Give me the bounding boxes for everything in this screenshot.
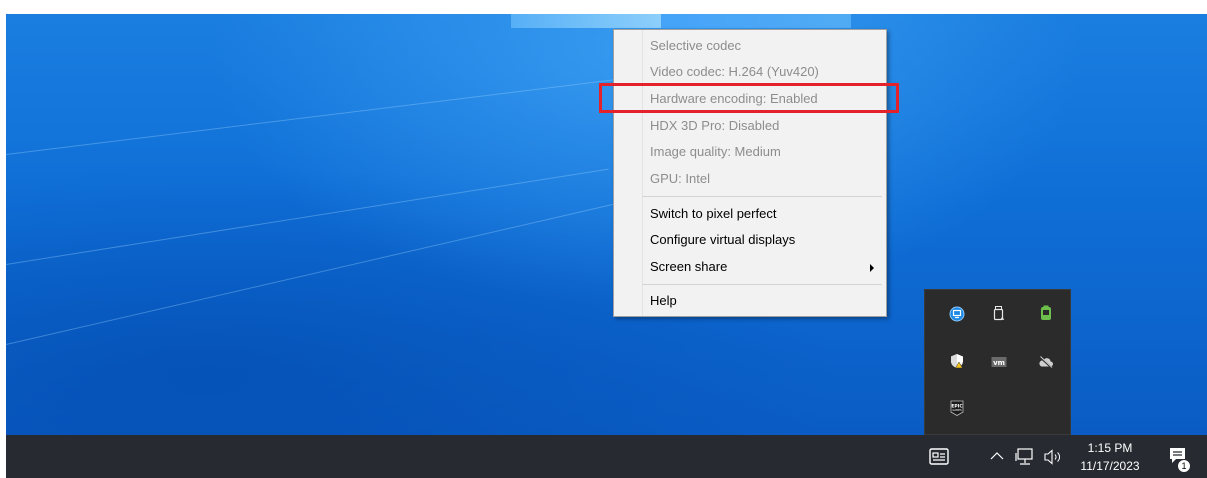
screen: Selective codec Video codec: H.264 (Yuv4… [6, 14, 1207, 478]
wallpaper-streak [6, 76, 642, 155]
menu-item-help[interactable]: Help [650, 293, 677, 309]
menu-item-switch-pixel-perfect[interactable]: Switch to pixel perfect [650, 206, 776, 222]
context-menu: Selective codec Video codec: H.264 (Yuv4… [613, 29, 887, 317]
battery-green-icon[interactable] [1038, 305, 1054, 321]
annotation-highlight-box [599, 83, 899, 113]
wallpaper-streak [6, 168, 609, 265]
menu-gutter [642, 30, 643, 316]
menu-separator [642, 196, 882, 197]
svg-text:GAMES: GAMES [952, 408, 962, 412]
chevron-up-icon[interactable] [990, 451, 1004, 461]
clock-time[interactable]: 1:15 PM [1080, 441, 1140, 455]
menu-item-gpu: GPU: Intel [650, 171, 710, 186]
svg-text:vm: vm [993, 359, 1005, 367]
notification-count-badge: 1 [1177, 459, 1191, 473]
news-widget-icon[interactable] [929, 447, 951, 467]
wallpaper-light-beam [511, 14, 661, 28]
menu-item-configure-virtual-displays[interactable]: Configure virtual displays [650, 232, 795, 248]
menu-item-video-codec: Video codec: H.264 (Yuv420) [650, 64, 819, 79]
clock-date[interactable]: 11/17/2023 [1073, 459, 1147, 473]
volume-icon[interactable] [1043, 448, 1063, 466]
network-icon[interactable] [1015, 447, 1037, 467]
menu-item-hdx-3d-pro: HDX 3D Pro: Disabled [650, 118, 780, 133]
menu-separator [642, 284, 882, 285]
taskbar: 1:15 PM 11/17/2023 1 [6, 435, 1207, 478]
security-shield-warning-icon[interactable] [949, 353, 965, 369]
wallpaper-light-beam [661, 14, 851, 28]
menu-item-screen-share[interactable]: Screen share [650, 259, 727, 275]
vmware-icon[interactable]: vm [991, 354, 1007, 370]
epic-games-icon[interactable]: EPIC GAMES [949, 400, 965, 416]
citrix-workspace-icon[interactable] [949, 306, 965, 322]
menu-item-image-quality: Image quality: Medium [650, 144, 781, 159]
usb-drive-icon[interactable] [991, 305, 1007, 321]
menu-item-selective-codec: Selective codec [650, 38, 742, 53]
onedrive-offline-icon[interactable] [1038, 354, 1054, 370]
tray-overflow-flyout: vm EPIC GAMES [924, 289, 1071, 435]
submenu-arrow-icon [870, 264, 874, 272]
